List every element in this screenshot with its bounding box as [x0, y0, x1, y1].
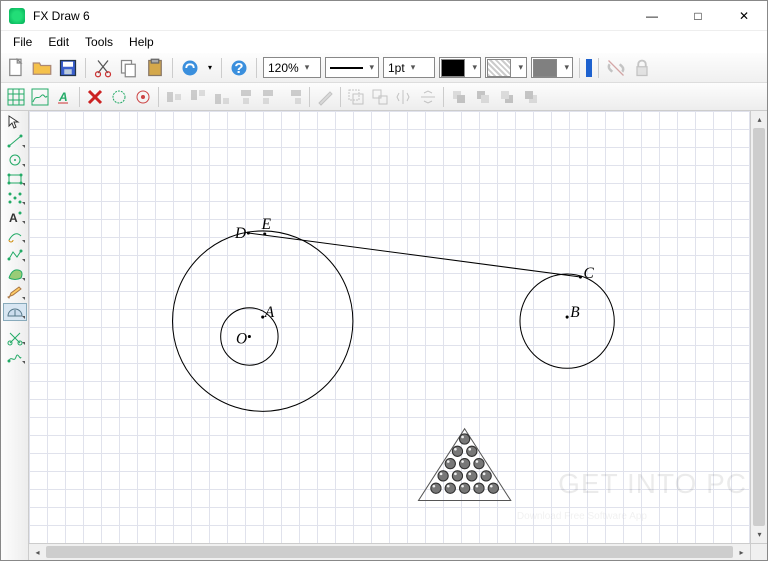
align-4[interactable] — [235, 86, 257, 108]
grid-button[interactable] — [5, 86, 27, 108]
open-button[interactable] — [31, 57, 53, 79]
watermark-sub: Download Free Software App — [517, 511, 647, 522]
menu-tools[interactable]: Tools — [77, 32, 121, 52]
accent-swatch — [586, 59, 592, 77]
minimize-button[interactable]: ― — [629, 1, 675, 30]
cut-button[interactable] — [92, 57, 114, 79]
scroll-right-button[interactable]: ▸ — [733, 544, 750, 560]
align-1[interactable] — [163, 86, 185, 108]
help-button[interactable]: ? — [228, 57, 250, 79]
tool-line[interactable] — [3, 132, 27, 150]
graph-button[interactable] — [29, 86, 51, 108]
tool-protractor[interactable] — [3, 303, 27, 321]
stroke-color-combo[interactable]: ▾ — [531, 57, 573, 78]
delete-button[interactable] — [84, 86, 106, 108]
save-button[interactable] — [57, 57, 79, 79]
svg-text:?: ? — [234, 60, 243, 77]
send-backward-button[interactable] — [496, 86, 518, 108]
line-style-combo[interactable]: ▾ — [325, 57, 379, 78]
label-o: O — [236, 331, 247, 348]
scroll-down-button[interactable]: ▾ — [751, 526, 767, 543]
menu-help[interactable]: Help — [121, 32, 162, 52]
select-circle-button[interactable] — [108, 86, 130, 108]
align-3[interactable] — [211, 86, 233, 108]
copy-button[interactable] — [118, 57, 140, 79]
line-weight-combo[interactable]: 1pt▾ — [383, 57, 435, 78]
horizontal-scrollbar[interactable]: ◂ ▸ — [29, 543, 750, 560]
main-area: A — [1, 111, 767, 560]
stacked-triangle-pattern — [419, 429, 511, 501]
tool-shape[interactable] — [3, 265, 27, 283]
scroll-up-button[interactable]: ▴ — [751, 111, 767, 128]
svg-text:A: A — [58, 90, 68, 104]
tool-scissors[interactable] — [3, 329, 27, 347]
canvas-area[interactable]: O A B C D E — [29, 111, 767, 560]
send-back-button[interactable] — [520, 86, 542, 108]
flip-v-button[interactable] — [417, 86, 439, 108]
align-5[interactable] — [259, 86, 281, 108]
edit-toolbar: A — [1, 83, 767, 111]
maximize-button[interactable]: □ — [675, 1, 721, 30]
tool-sidebar: A — [1, 111, 29, 560]
brush-button[interactable] — [314, 86, 336, 108]
align-2[interactable] — [187, 86, 209, 108]
scroll-corner — [750, 543, 767, 560]
close-button[interactable]: ✕ — [721, 1, 767, 30]
menu-bar: File Edit Tools Help — [1, 31, 767, 53]
tool-curve[interactable] — [3, 227, 27, 245]
svg-text:A: A — [9, 211, 18, 225]
label-b: B — [570, 304, 580, 321]
app-window: FX Draw 6 ― □ ✕ File Edit Tools Help ▾ ?… — [0, 0, 768, 561]
zoom-combo[interactable]: 120%▾ — [263, 57, 321, 78]
menu-edit[interactable]: Edit — [40, 32, 77, 52]
pattern-combo[interactable]: ▾ — [485, 57, 527, 78]
align-6[interactable] — [283, 86, 305, 108]
vertical-scrollbar[interactable]: ▴ ▾ — [750, 111, 767, 543]
tool-nodes[interactable] — [3, 189, 27, 207]
label-d: D — [234, 225, 246, 242]
window-title: FX Draw 6 — [33, 9, 629, 23]
ungroup-button[interactable] — [369, 86, 391, 108]
flip-h-button[interactable] — [393, 86, 415, 108]
break-link-button[interactable] — [605, 57, 627, 79]
style-a-button[interactable]: A — [53, 86, 75, 108]
menu-file[interactable]: File — [5, 32, 40, 52]
select-circle2-button[interactable] — [132, 86, 154, 108]
app-icon — [9, 8, 25, 24]
fill-color-combo[interactable]: ▾ — [439, 57, 481, 78]
bring-front-button[interactable] — [448, 86, 470, 108]
tool-pointer[interactable] — [3, 113, 27, 131]
label-c: C — [584, 265, 595, 282]
new-button[interactable] — [5, 57, 27, 79]
tool-rect[interactable] — [3, 170, 27, 188]
group-button[interactable] — [345, 86, 367, 108]
scroll-left-button[interactable]: ◂ — [29, 544, 46, 560]
paste-button[interactable] — [144, 57, 166, 79]
lock-button[interactable] — [631, 57, 653, 79]
tool-freehand[interactable] — [3, 348, 27, 366]
link-dropdown[interactable]: ▾ — [205, 57, 215, 79]
bring-forward-button[interactable] — [472, 86, 494, 108]
tool-polyline[interactable] — [3, 246, 27, 264]
main-toolbar: ▾ ? 120%▾ ▾ 1pt▾ ▾ ▾ ▾ — [1, 53, 767, 83]
label-a: A — [264, 304, 275, 321]
tool-text[interactable]: A — [3, 208, 27, 226]
title-bar: FX Draw 6 ― □ ✕ — [1, 1, 767, 31]
tool-circle[interactable] — [3, 151, 27, 169]
tool-pencil[interactable] — [3, 284, 27, 302]
label-e: E — [261, 216, 272, 233]
link-button[interactable] — [179, 57, 201, 79]
watermark-main: GET INTO PC — [558, 468, 747, 500]
